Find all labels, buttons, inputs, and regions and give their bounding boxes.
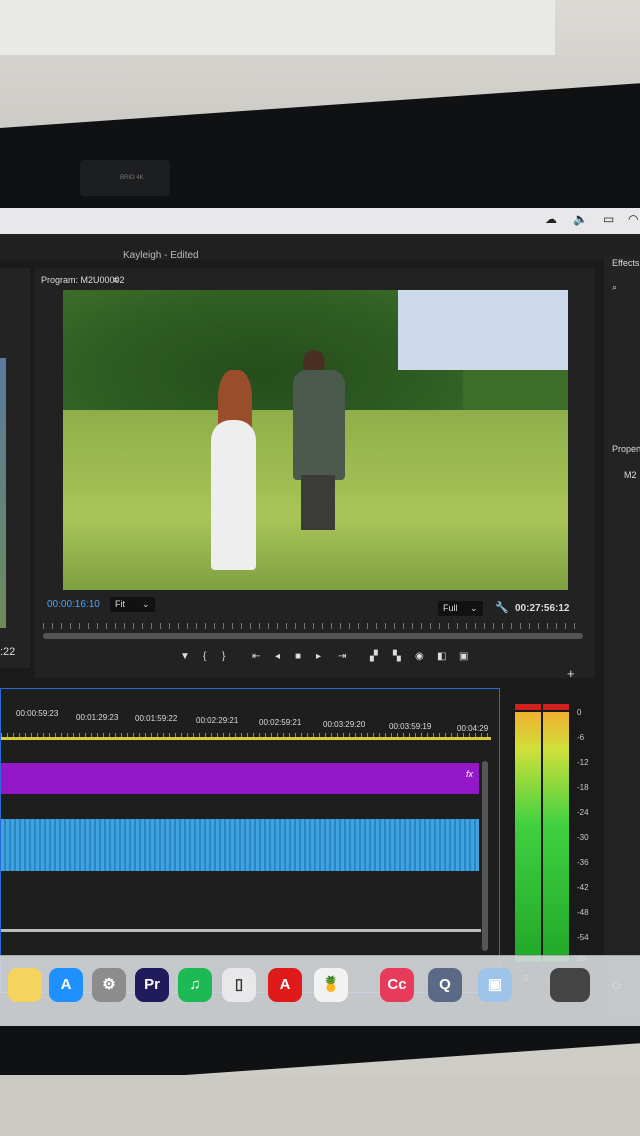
webcam: BRIO 4K [80,160,170,196]
meter-peak-left [515,704,541,710]
meter-peak-right [543,704,569,710]
go-to-in-icon[interactable]: ⇤ [252,651,260,662]
source-preview-strip [0,358,6,628]
quicktime-icon[interactable]: Q [428,968,462,1002]
audio-clip[interactable] [1,819,479,871]
timeline-tick: 00:02:29:21 [196,716,239,725]
lift-icon[interactable]: ▞ [370,651,378,662]
db-label: -6 [577,733,585,742]
db-label: -36 [577,858,589,867]
mark-out-icon[interactable]: } [222,651,225,662]
playhead-timecode[interactable]: 00:00:16:10 [47,599,100,610]
stop-icon[interactable]: ■ [295,651,301,662]
db-label: 0 [577,708,582,717]
camera-icon[interactable]: ◉ [415,651,424,662]
notes-icon[interactable] [8,968,42,1002]
video-clip[interactable]: fx [1,763,479,794]
mac-menubar: ☁ 🔈 ▭ ◠ [0,208,640,234]
monitor-controls: 00:00:16:10 Fit ⌄ Full ⌄ 🔧 00:27:56:12 [35,595,595,617]
fx-badge: fx [465,769,473,779]
timeline-tick: 00:02:59:21 [259,718,302,727]
multicam-icon[interactable]: ▣ [459,651,468,662]
creative-cloud-icon[interactable]: Cc [380,968,414,1002]
timeline-vertical-scrollbar[interactable] [482,761,488,951]
volume-icon[interactable]: 🔈 [573,212,588,226]
effects-panel: Effects ⌕ Propert M2 Cr [604,256,640,1016]
go-to-out-icon[interactable]: ⇥ [338,651,346,662]
timeline-horizontal-scrollbar[interactable] [1,929,481,932]
chevron-down-icon: ⌄ [142,599,150,609]
monitor-scrubber[interactable] [43,633,583,639]
fit-label: Fit [115,599,125,609]
step-forward-icon[interactable]: ▸ [316,651,321,662]
timeline-tick: 00:00:59:23 [16,709,59,718]
properties-tab[interactable]: Propert [612,444,640,454]
preview-icon[interactable]: ▣ [478,968,512,1002]
desk-surface [0,1075,640,1136]
cocktail-icon[interactable]: 🍍 [314,968,348,1002]
monitor-time-ruler[interactable] [43,623,583,629]
display-icon[interactable]: ▭ [603,212,614,226]
duration-timecode: 00:27:56:12 [515,603,570,614]
transport-controls: ▼ { } ⇤ ◂ ■ ▸ ⇥ ▞ ▚ ◉ ◧ ▣ [175,651,495,667]
timeline-tick: 00:01:59:22 [135,714,178,723]
premiere-pro-icon[interactable]: Pr [135,968,169,1002]
source-timecode: :22 [0,646,16,658]
wifi-icon[interactable]: ◠ [628,212,638,226]
groom [293,370,345,480]
iphone-mirroring-icon[interactable]: ▯ [222,968,256,1002]
mac-dock: A ⚙ Pr ♫ ▯ A 🍍 Cc Q ▣ [0,955,640,1026]
extract-icon[interactable]: ▚ [393,651,401,662]
source-monitor-panel: :22 [0,268,30,668]
timeline-tick: 00:03:29:20 [323,720,366,729]
properties-item[interactable]: M2 [624,470,637,480]
db-label: -30 [577,833,589,842]
timeline-tick: 00:01:29:23 [76,713,119,722]
resolution-dropdown[interactable]: Full ⌄ [438,601,483,616]
program-monitor: Program: M2U00002 ≡ 00:00:16:10 Fit ⌄ Ful… [35,268,595,681]
spotify-icon[interactable]: ♫ [178,968,212,1002]
timeline-tick: 00:03:59:19 [389,722,432,731]
recent-video-thumbnail[interactable] [550,968,590,1002]
program-monitor-title[interactable]: Program: M2U00002 [41,275,125,285]
timeline-panel: 00:00:59:23 00:01:29:23 00:01:59:22 00:0… [0,688,500,993]
resolution-label: Full [443,603,458,613]
app-store-icon[interactable]: A [49,968,83,1002]
timeline-tick: 00:04:29 [457,724,489,733]
db-label: -24 [577,808,589,817]
meter-left [515,712,541,962]
db-label: -54 [577,933,589,942]
window-title: Kayleigh - Edited [123,250,199,261]
video-frame [63,290,568,590]
db-label: -12 [577,758,589,767]
mark-in-icon[interactable]: { [203,651,206,662]
settings-icon[interactable]: ⚙ [92,968,126,1002]
search-icon[interactable]: ⌕ [612,282,617,293]
fit-dropdown[interactable]: Fit ⌄ [110,597,155,612]
sky [398,290,568,370]
meter-right [543,712,569,962]
db-label: -18 [577,783,589,792]
effects-tab[interactable]: Effects [612,258,639,268]
window-titlebar: Kayleigh - Edited [0,234,640,261]
compare-icon[interactable]: ◧ [437,651,446,662]
wrench-icon[interactable]: 🔧 [495,601,509,614]
wall-panel [0,0,555,55]
creative-cloud-menu-icon[interactable]: ☁ [545,212,557,226]
panel-menu-icon[interactable]: ≡ [113,275,118,285]
marker-icon[interactable]: ▼ [180,651,190,662]
db-label: -42 [577,883,589,892]
chevron-down-icon: ⌄ [470,603,478,613]
step-back-icon[interactable]: ◂ [275,651,280,662]
webcam-label: BRIO 4K [120,175,144,181]
groom-legs [301,475,335,530]
work-area-bar[interactable] [1,737,491,740]
acrobat-icon[interactable]: A [268,968,302,1002]
audio-meters: 0 -6 -12 -18 -24 -30 -36 -42 -48 -54 dB … [505,698,600,998]
add-button-icon[interactable]: + [567,666,575,681]
screen: ☁ 🔈 ▭ ◠ Kayleigh - Edited :22 Program: M… [0,208,640,1018]
db-label: -48 [577,908,589,917]
bride [211,420,256,570]
